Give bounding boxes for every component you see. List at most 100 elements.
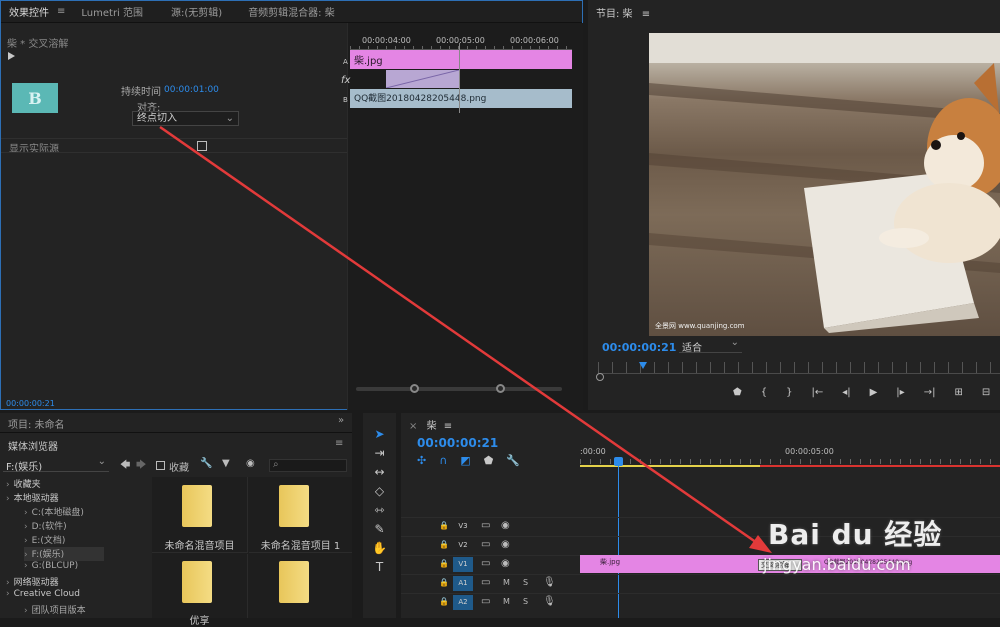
duration-value[interactable]: 00:00:01:00 [164,85,219,95]
back-arrow-icon[interactable]: 🡄 [120,458,130,475]
lock-icon[interactable]: 🔒 [439,597,449,606]
zoom-handle[interactable] [596,373,604,381]
solo-button[interactable]: S [523,578,528,587]
folder-tree-item[interactable]: › G:(BLCUP) [24,561,78,575]
go-to-out-icon[interactable]: →| [924,387,936,401]
chevron-right-icon[interactable]: › [24,536,28,546]
track-target[interactable]: V3 [453,519,473,534]
program-scrub-bar[interactable] [598,362,1000,374]
tab-source[interactable]: 源:(无剪辑) [163,4,230,19]
linked-icon[interactable]: ◩ [460,454,470,467]
selection-tool-icon[interactable]: ➤ [374,427,384,441]
tab-lumetri[interactable]: Lumetri 范围 [73,4,151,19]
marker-icon[interactable]: ⬟ [484,454,494,467]
view-icon[interactable]: ◉ [246,458,255,469]
chevron-right-icon[interactable]: › [24,522,28,532]
marker-icon[interactable]: ⬟ [733,387,742,401]
solo-button[interactable]: S [523,597,528,606]
folder-item[interactable] [249,554,352,618]
eye-icon[interactable]: ◉ [501,539,510,550]
mark-in-icon[interactable]: { [761,387,767,401]
mic-icon[interactable]: 🎙 [543,577,556,588]
chevron-right-icon[interactable]: › [6,494,10,504]
slip-icon[interactable]: ⇿ [374,503,384,517]
forward-arrow-icon[interactable]: 🡆 [136,458,146,475]
folder-tree-item[interactable]: › 本地驱动器 [6,491,59,505]
step-back-icon[interactable]: ◂| [842,387,850,401]
lock-icon[interactable]: 🔒 [439,559,449,568]
film-icon[interactable]: ▭ [481,520,490,531]
mute-button[interactable]: M [503,597,510,606]
film-icon[interactable]: ▭ [481,558,490,569]
program-timecode[interactable]: 00:00:00:21 [602,341,676,354]
folder-tree-item[interactable]: › 团队项目版本 [24,603,86,617]
snap-icon[interactable]: ✣ [417,454,426,467]
film-icon[interactable]: ▭ [481,539,490,550]
scroll-handle-right[interactable] [496,384,505,393]
zoom-scrollbar[interactable] [356,384,562,393]
play-icon[interactable]: ▶ [870,387,878,401]
chevron-right-icon[interactable]: › [24,508,28,518]
drive-select[interactable]: F:(娱乐) ⌄ [3,456,109,473]
folder-item[interactable]: 未命名混音项目 [152,477,248,553]
folder-tree-item[interactable]: › F:(娱乐) [24,547,105,561]
timeline-timecode[interactable]: 00:00:00:21 [417,436,498,450]
folder-tree-item[interactable]: › C:(本地磁盘) [24,505,84,519]
panel-menu-icon[interactable]: ≡ [57,6,69,17]
folder-tree-item[interactable]: › 收藏夹 [6,477,41,491]
chevron-right-icon[interactable]: › [24,561,28,571]
film-icon[interactable]: ▭ [481,596,490,607]
track-target[interactable]: A1 [453,576,473,591]
pen-icon[interactable]: ✎ [374,522,384,536]
folder-tree-item[interactable]: › Creative Cloud [6,589,80,603]
filter-icon[interactable]: ▼ [222,458,230,469]
overwrite-icon[interactable]: ⊟ [982,387,990,401]
track-target[interactable]: V2 [453,538,473,553]
insert-icon[interactable]: ⊞ [954,387,962,401]
effects-timecode[interactable]: 00:00:00:21 [6,399,55,408]
lock-icon[interactable]: 🔒 [439,578,449,587]
chevron-right-icon[interactable]: › [6,589,10,599]
panel-menu-icon[interactable]: ≡ [335,438,343,449]
chevron-right-icon[interactable]: › [24,550,28,560]
razor-icon[interactable]: ◇ [375,484,384,498]
timeline-playhead[interactable] [614,457,623,466]
film-icon[interactable]: ▭ [481,577,490,588]
chevron-right-icon[interactable]: › [6,480,10,490]
mic-icon[interactable]: 🎙 [543,596,556,607]
chevron-right-icon[interactable]: › [24,606,28,616]
mark-out-icon[interactable]: } [786,387,792,401]
clip-b-bar[interactable]: QQ截图20180428205448.png [350,89,572,108]
ripple-edit-icon[interactable]: ↔ [374,465,384,479]
scroll-handle-left[interactable] [410,384,419,393]
wrench-icon[interactable]: 🔧 [200,458,212,469]
fit-select[interactable]: 适合 ⌄ [679,337,742,354]
magnet-icon[interactable]: ∩ [439,454,447,467]
type-tool-icon[interactable]: T [376,560,383,574]
track-target[interactable]: V1 [453,557,473,572]
track-select-icon[interactable]: ⇥ [374,446,384,460]
tab-effect-controls[interactable]: 效果控件 [1,4,57,19]
mute-button[interactable]: M [503,578,510,587]
close-icon[interactable]: × [409,421,417,432]
transition-bar[interactable] [386,70,459,88]
eye-icon[interactable]: ◉ [501,520,510,531]
favorite-checkbox[interactable] [156,461,165,470]
lock-icon[interactable]: 🔒 [439,540,449,549]
settings-wrench-icon[interactable]: 🔧 [506,454,520,467]
clip-a-bar[interactable]: 柴.jpg [350,50,572,69]
chevron-right-icon[interactable]: › [6,578,10,588]
folder-tree-item[interactable]: › D:(软件) [24,519,67,533]
folder-tree-item[interactable]: › 网络驱动器 [6,575,59,589]
hand-icon[interactable]: ✋ [372,541,387,555]
panel-menu-icon[interactable]: ≡ [642,9,650,20]
folder-item[interactable]: 优享 [152,554,248,627]
search-input[interactable]: ⌕ [269,459,347,472]
show-source-checkbox[interactable] [197,141,207,151]
panel-menu-icon[interactable]: ≡ [444,421,452,432]
track-target[interactable]: A2 [453,595,473,610]
align-select[interactable]: 终点切入 ⌄ [132,111,239,126]
step-forward-icon[interactable]: |▸ [896,387,904,401]
expand-icon[interactable]: » [338,415,344,426]
go-to-in-icon[interactable]: |← [811,387,823,401]
